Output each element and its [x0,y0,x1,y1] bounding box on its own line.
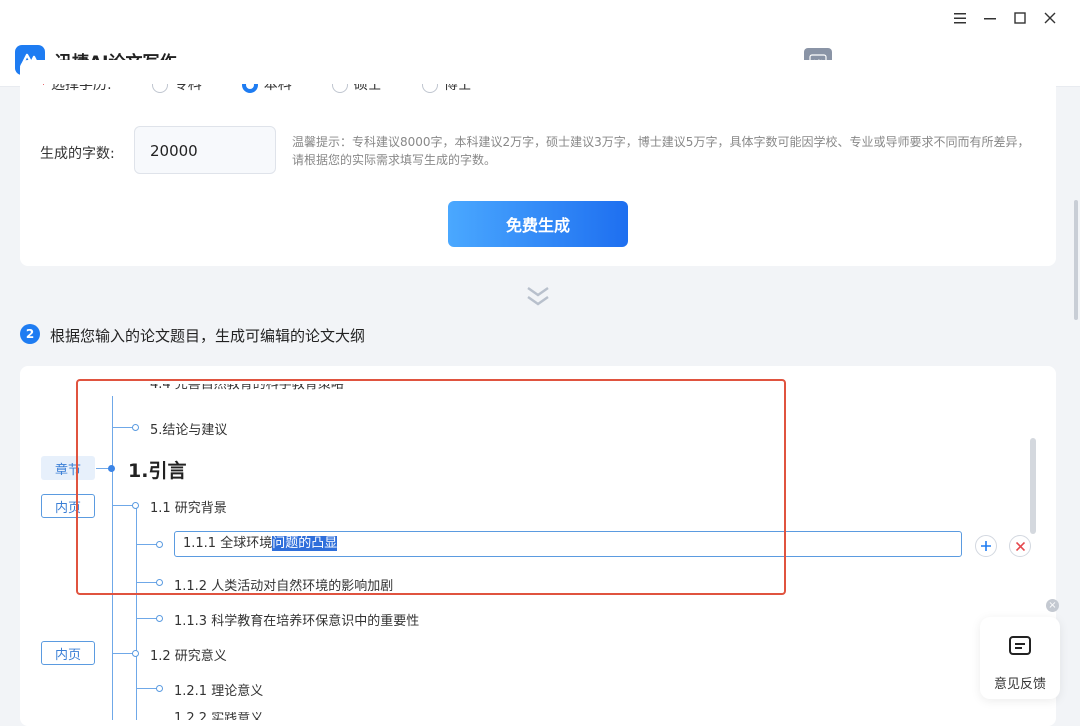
tree-node-dot [156,685,163,692]
chevron-down-icon [526,286,550,312]
add-node-button[interactable] [975,535,997,557]
tree-line [136,688,158,689]
step-number-badge: 2 [20,324,40,344]
feedback-close-icon[interactable]: × [1046,599,1059,612]
minimize-icon[interactable] [982,10,998,26]
maximize-icon[interactable] [1012,10,1028,26]
close-icon[interactable] [1042,10,1058,26]
word-count-label: 生成的字数: [40,146,115,162]
menu-icon[interactable] [952,10,968,26]
outline-item[interactable]: 1.1.3 科学教育在培养环保意识中的重要性 [174,610,419,629]
free-generate-button[interactable]: 免费生成 [448,201,628,247]
word-count-input[interactable]: 20000 [134,126,276,174]
tree-node-dot [132,650,139,657]
outline-scrollbar[interactable] [1030,438,1036,534]
window-controls [952,10,1058,26]
outline-item[interactable]: 1.2.1 理论意义 [174,680,263,699]
highlight-frame [76,379,786,595]
word-count-hint: 温馨提示：专科建议8000字，本科建议2万字，硕士建议3万字，博士建议5万字，具… [292,135,1030,167]
outline-section[interactable]: 1.2 研究意义 [150,645,227,664]
feedback-label: 意见反馈 [993,677,1046,692]
delete-node-button[interactable] [1009,535,1031,557]
tag-page: 内页 [41,641,95,665]
tree-line [112,653,134,654]
feedback-icon [1008,635,1032,661]
step-title: 根据您输入的论文题目，生成可编辑的论文大纲 [50,327,366,345]
tree-node-dot [156,615,163,622]
window-scrollbar[interactable] [1074,200,1078,320]
tree-line [136,618,158,619]
title-bar-overlay [0,36,1080,86]
feedback-widget[interactable]: 意见反馈 [980,617,1060,699]
outline-item-partial: 1.2.2 实践意义 [174,712,264,720]
